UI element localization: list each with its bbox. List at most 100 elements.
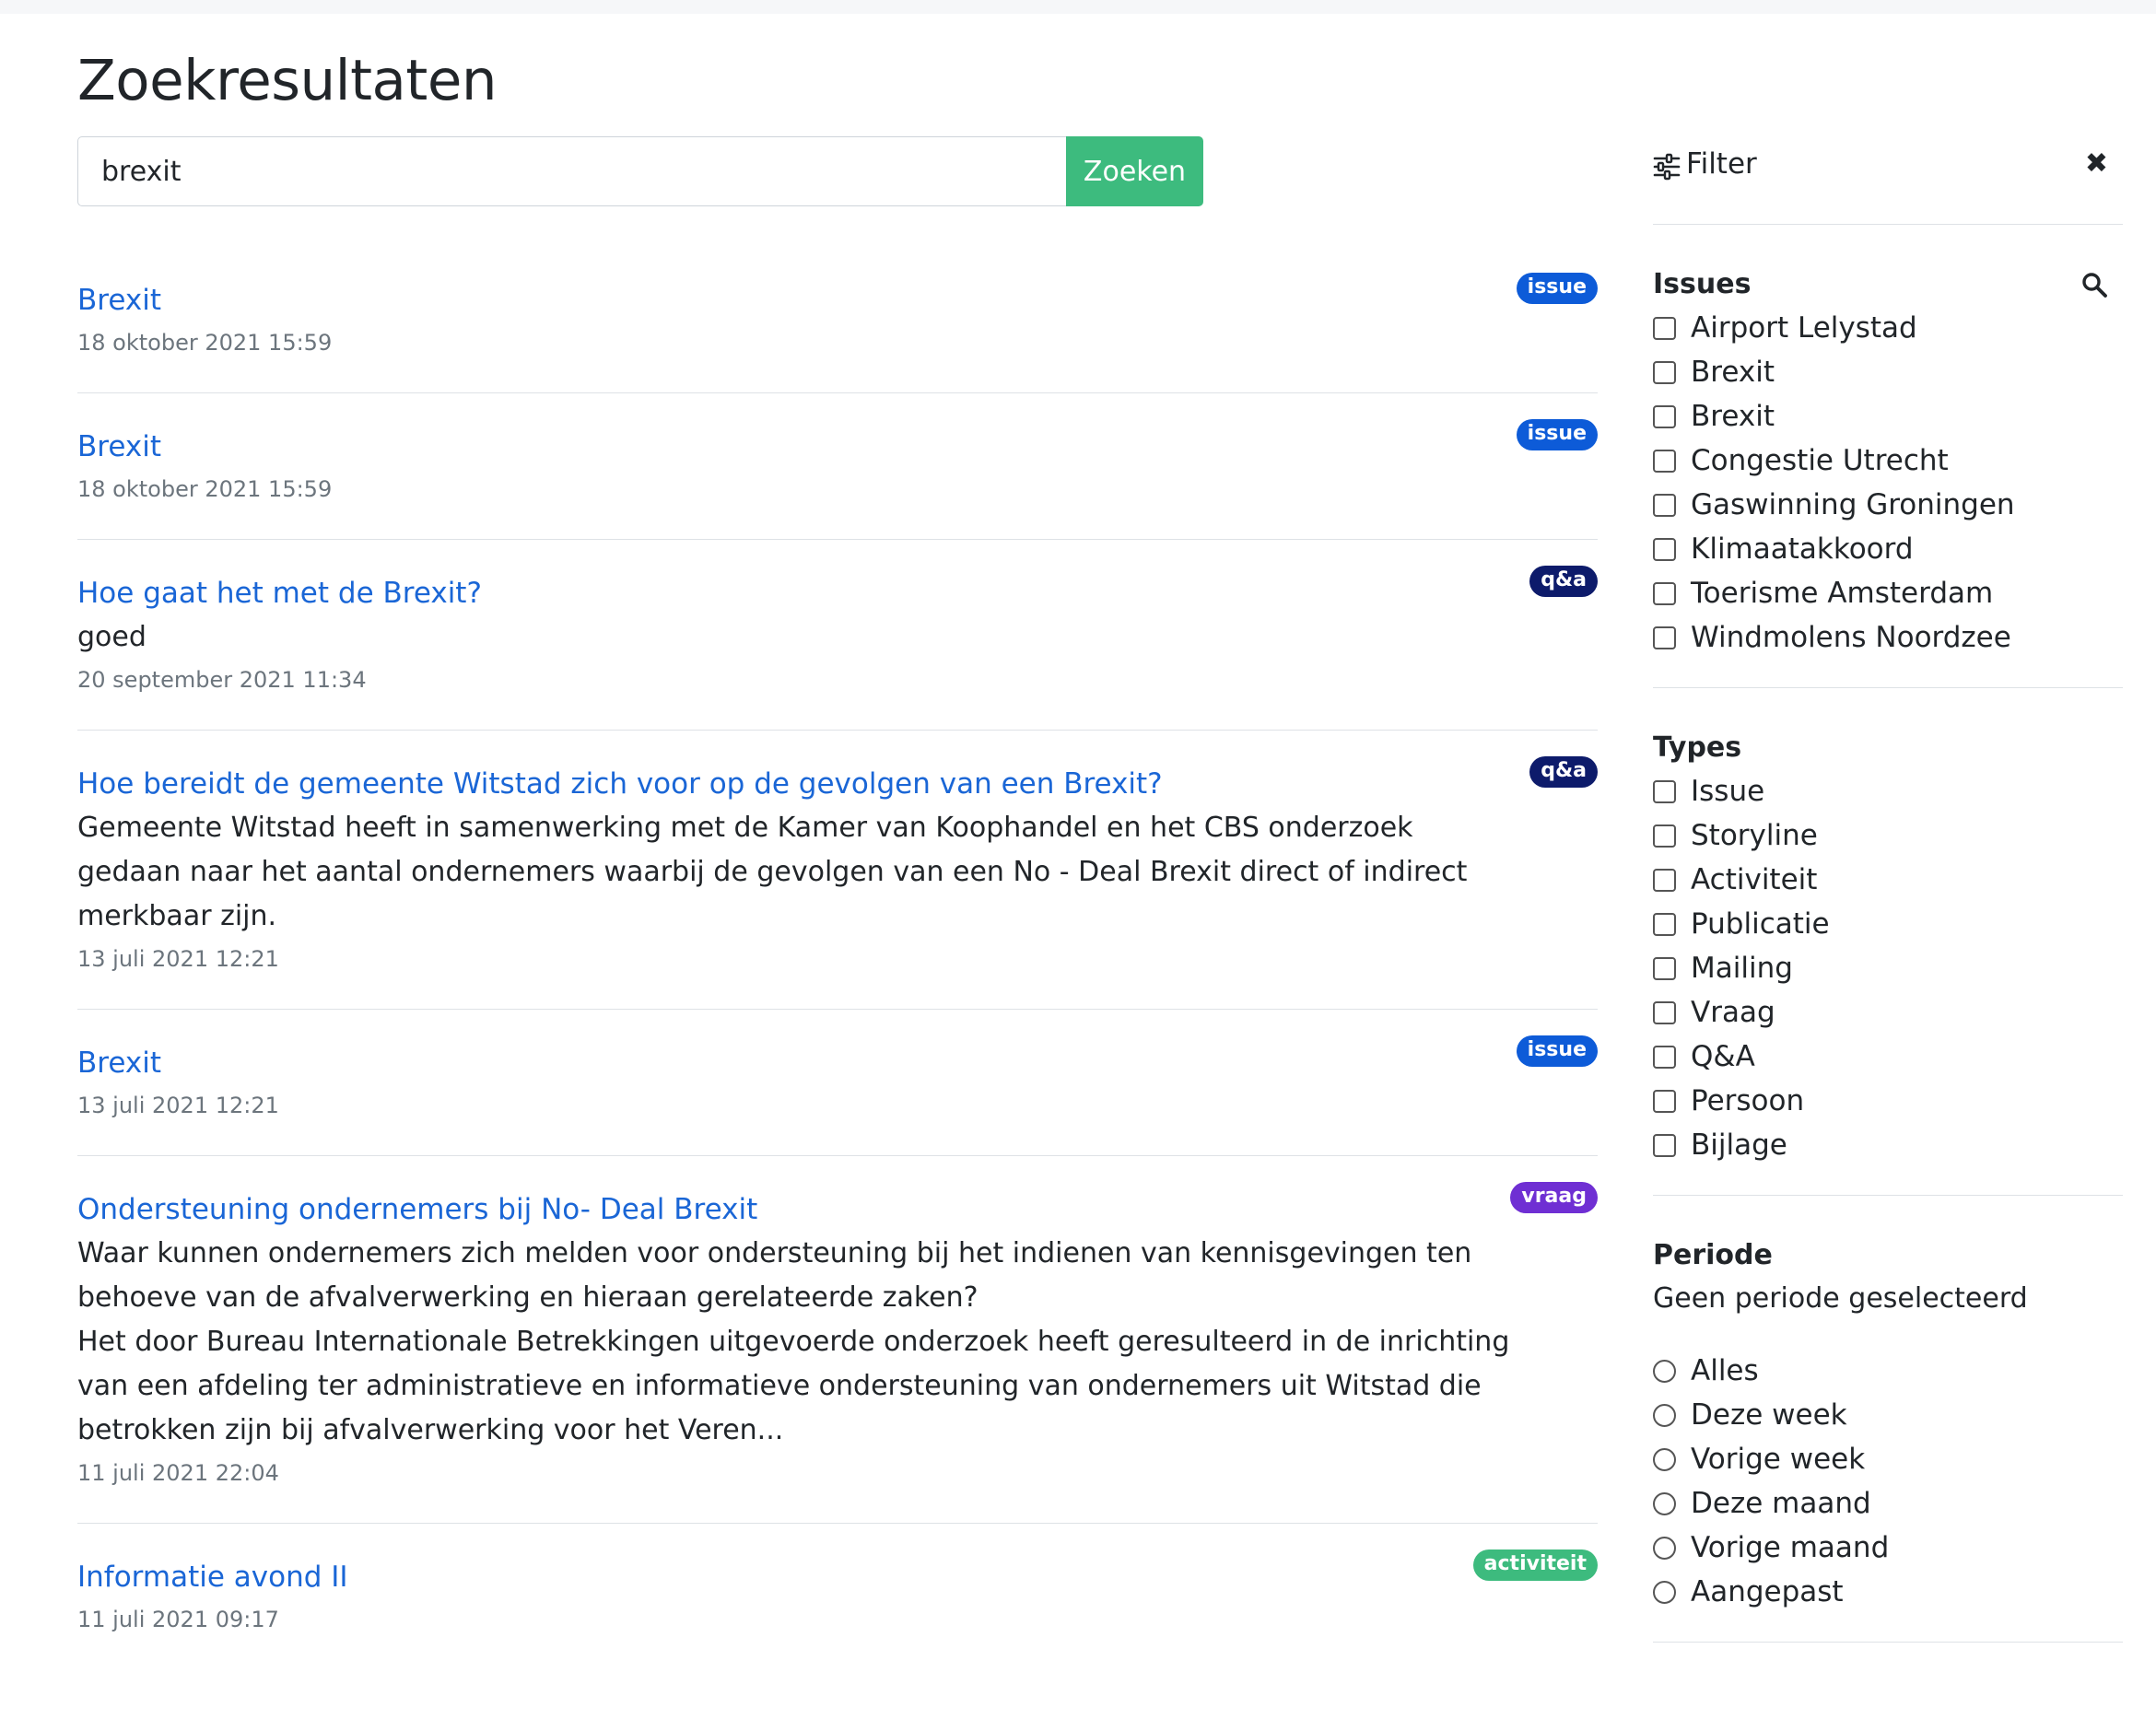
types-option[interactable]: Q&A: [1653, 1035, 2123, 1079]
checkbox[interactable]: [1653, 1000, 1676, 1024]
types-option[interactable]: Vraag: [1653, 990, 2123, 1035]
issues-option[interactable]: Airport Lelystad: [1653, 306, 2123, 350]
close-icon[interactable]: ✖: [2085, 147, 2108, 180]
option-label: Q&A: [1691, 1040, 1755, 1073]
checkbox[interactable]: [1653, 404, 1676, 428]
checkbox[interactable]: [1653, 824, 1676, 848]
result-item: Brexit issue 18 oktober 2021 15:59: [77, 393, 1598, 540]
option-label: Gaswinning Groningen: [1691, 488, 2015, 521]
radio-button[interactable]: [1653, 1447, 1676, 1471]
radio-button[interactable]: [1653, 1403, 1676, 1427]
periode-option[interactable]: Alles: [1653, 1349, 2123, 1393]
search-input[interactable]: [77, 136, 1066, 206]
checkbox[interactable]: [1653, 316, 1676, 340]
option-label: Brexit: [1691, 400, 1775, 433]
types-section: Types Issue Storyline Activiteit Publicatie…: [1653, 688, 2123, 1196]
result-title-link[interactable]: Hoe gaat het met de Brexit?: [77, 571, 1598, 615]
issues-section: Issues Airport Lelystad Brexit Brexit Conge…: [1653, 225, 2123, 688]
checkbox[interactable]: [1653, 912, 1676, 936]
periode-option[interactable]: Vorige week: [1653, 1437, 2123, 1481]
checkbox[interactable]: [1653, 493, 1676, 517]
option-label: Alles: [1691, 1354, 1759, 1387]
search-button[interactable]: Zoeken: [1066, 136, 1203, 206]
result-item: Brexit issue 13 juli 2021 12:21: [77, 1010, 1598, 1156]
checkbox[interactable]: [1653, 537, 1676, 561]
result-snippet: Gemeente Witstad heeft in samenwerking m…: [77, 806, 1524, 939]
result-date: 18 oktober 2021 15:59: [77, 476, 333, 502]
result-item: Hoe gaat het met de Brexit? q&a goed 20 sep…: [77, 540, 1598, 731]
result-title-link[interactable]: Ondersteuning ondernemers bij No- Deal B…: [77, 1187, 1598, 1232]
type-badge: issue: [1516, 419, 1598, 450]
result-date: 13 juli 2021 12:21: [77, 946, 279, 972]
periode-option[interactable]: Vorige maand: [1653, 1526, 2123, 1570]
option-label: Brexit: [1691, 356, 1775, 389]
type-badge: activiteit: [1472, 1549, 1598, 1581]
checkbox[interactable]: [1653, 956, 1676, 980]
checkbox[interactable]: [1653, 581, 1676, 605]
issues-option[interactable]: Klimaatakkoord: [1653, 527, 2123, 571]
issues-options: Airport Lelystad Brexit Brexit Congestie Ut…: [1653, 306, 2123, 660]
issues-option[interactable]: Brexit: [1653, 394, 2123, 439]
search-form: Zoeken: [77, 136, 1203, 206]
periode-option[interactable]: Deze maand: [1653, 1481, 2123, 1526]
result-title-link[interactable]: Hoe bereidt de gemeente Witstad zich voo…: [77, 762, 1598, 806]
result-snippet: Waar kunnen ondernemers zich melden voor…: [77, 1232, 1524, 1453]
filter-header: Filter ✖: [1653, 136, 2123, 225]
sliders-icon[interactable]: [1653, 153, 1681, 181]
result-date: 13 juli 2021 12:21: [77, 1093, 279, 1118]
snippet-paragraph: goed: [77, 621, 146, 653]
checkbox[interactable]: [1653, 868, 1676, 892]
option-label: Vraag: [1691, 996, 1775, 1029]
types-option[interactable]: Activiteit: [1653, 858, 2123, 902]
result-title-link[interactable]: Brexit: [77, 425, 1598, 469]
checkbox[interactable]: [1653, 1089, 1676, 1113]
types-option[interactable]: Issue: [1653, 769, 2123, 813]
checkbox[interactable]: [1653, 626, 1676, 649]
types-title: Types: [1653, 731, 1742, 764]
periode-option[interactable]: Aangepast: [1653, 1570, 2123, 1614]
result-title-link[interactable]: Brexit: [77, 1041, 1598, 1085]
result-title-link[interactable]: Informatie avond II: [77, 1555, 1598, 1599]
types-option[interactable]: Bijlage: [1653, 1123, 2123, 1167]
snippet-paragraph: Waar kunnen ondernemers zich melden voor…: [77, 1237, 1472, 1314]
radio-button[interactable]: [1653, 1580, 1676, 1604]
result-date: 18 oktober 2021 15:59: [77, 330, 333, 356]
checkbox[interactable]: [1653, 360, 1676, 384]
checkbox[interactable]: [1653, 1045, 1676, 1069]
periode-option[interactable]: Deze week: [1653, 1393, 2123, 1437]
option-label: Windmolens Noordzee: [1691, 621, 2011, 654]
issues-option[interactable]: Brexit: [1653, 350, 2123, 394]
issues-option[interactable]: Toerisme Amsterdam: [1653, 571, 2123, 615]
periode-section: Periode Geen periode geselecteerd Alles D…: [1653, 1196, 2123, 1643]
option-label: Vorige week: [1691, 1443, 1866, 1476]
search-icon[interactable]: [2080, 271, 2108, 298]
checkbox[interactable]: [1653, 779, 1676, 803]
radio-button[interactable]: [1653, 1359, 1676, 1383]
option-label: Persoon: [1691, 1084, 1805, 1117]
types-option[interactable]: Persoon: [1653, 1079, 2123, 1123]
radio-button[interactable]: [1653, 1491, 1676, 1515]
checkbox[interactable]: [1653, 449, 1676, 473]
types-option[interactable]: Storyline: [1653, 813, 2123, 858]
type-badge: q&a: [1529, 566, 1598, 597]
filter-title[interactable]: Filter: [1686, 147, 1757, 181]
option-label: Deze maand: [1691, 1487, 1871, 1520]
result-title-link[interactable]: Brexit: [77, 278, 1598, 322]
option-label: Aangepast: [1691, 1575, 1844, 1608]
snippet-paragraph: Het door Bureau Internationale Betrekkin…: [77, 1326, 1510, 1446]
option-label: Issue: [1691, 775, 1765, 808]
option-label: Vorige maand: [1691, 1531, 1890, 1564]
radio-button[interactable]: [1653, 1536, 1676, 1560]
issues-option[interactable]: Windmolens Noordzee: [1653, 615, 2123, 660]
issues-option[interactable]: Gaswinning Groningen: [1653, 483, 2123, 527]
types-option[interactable]: Publicatie: [1653, 902, 2123, 946]
checkbox[interactable]: [1653, 1133, 1676, 1157]
issues-title: Issues: [1653, 268, 1752, 300]
types-option[interactable]: Mailing: [1653, 946, 2123, 990]
issues-option[interactable]: Congestie Utrecht: [1653, 439, 2123, 483]
option-label: Mailing: [1691, 952, 1793, 985]
result-item: Ondersteuning ondernemers bij No- Deal B…: [77, 1156, 1598, 1524]
option-label: Airport Lelystad: [1691, 311, 1917, 345]
types-options: Issue Storyline Activiteit Publicatie Mailin…: [1653, 769, 2123, 1167]
filter-sidebar: Filter ✖ Issues Airport Lelystad Brexit Br…: [1653, 136, 2123, 1643]
